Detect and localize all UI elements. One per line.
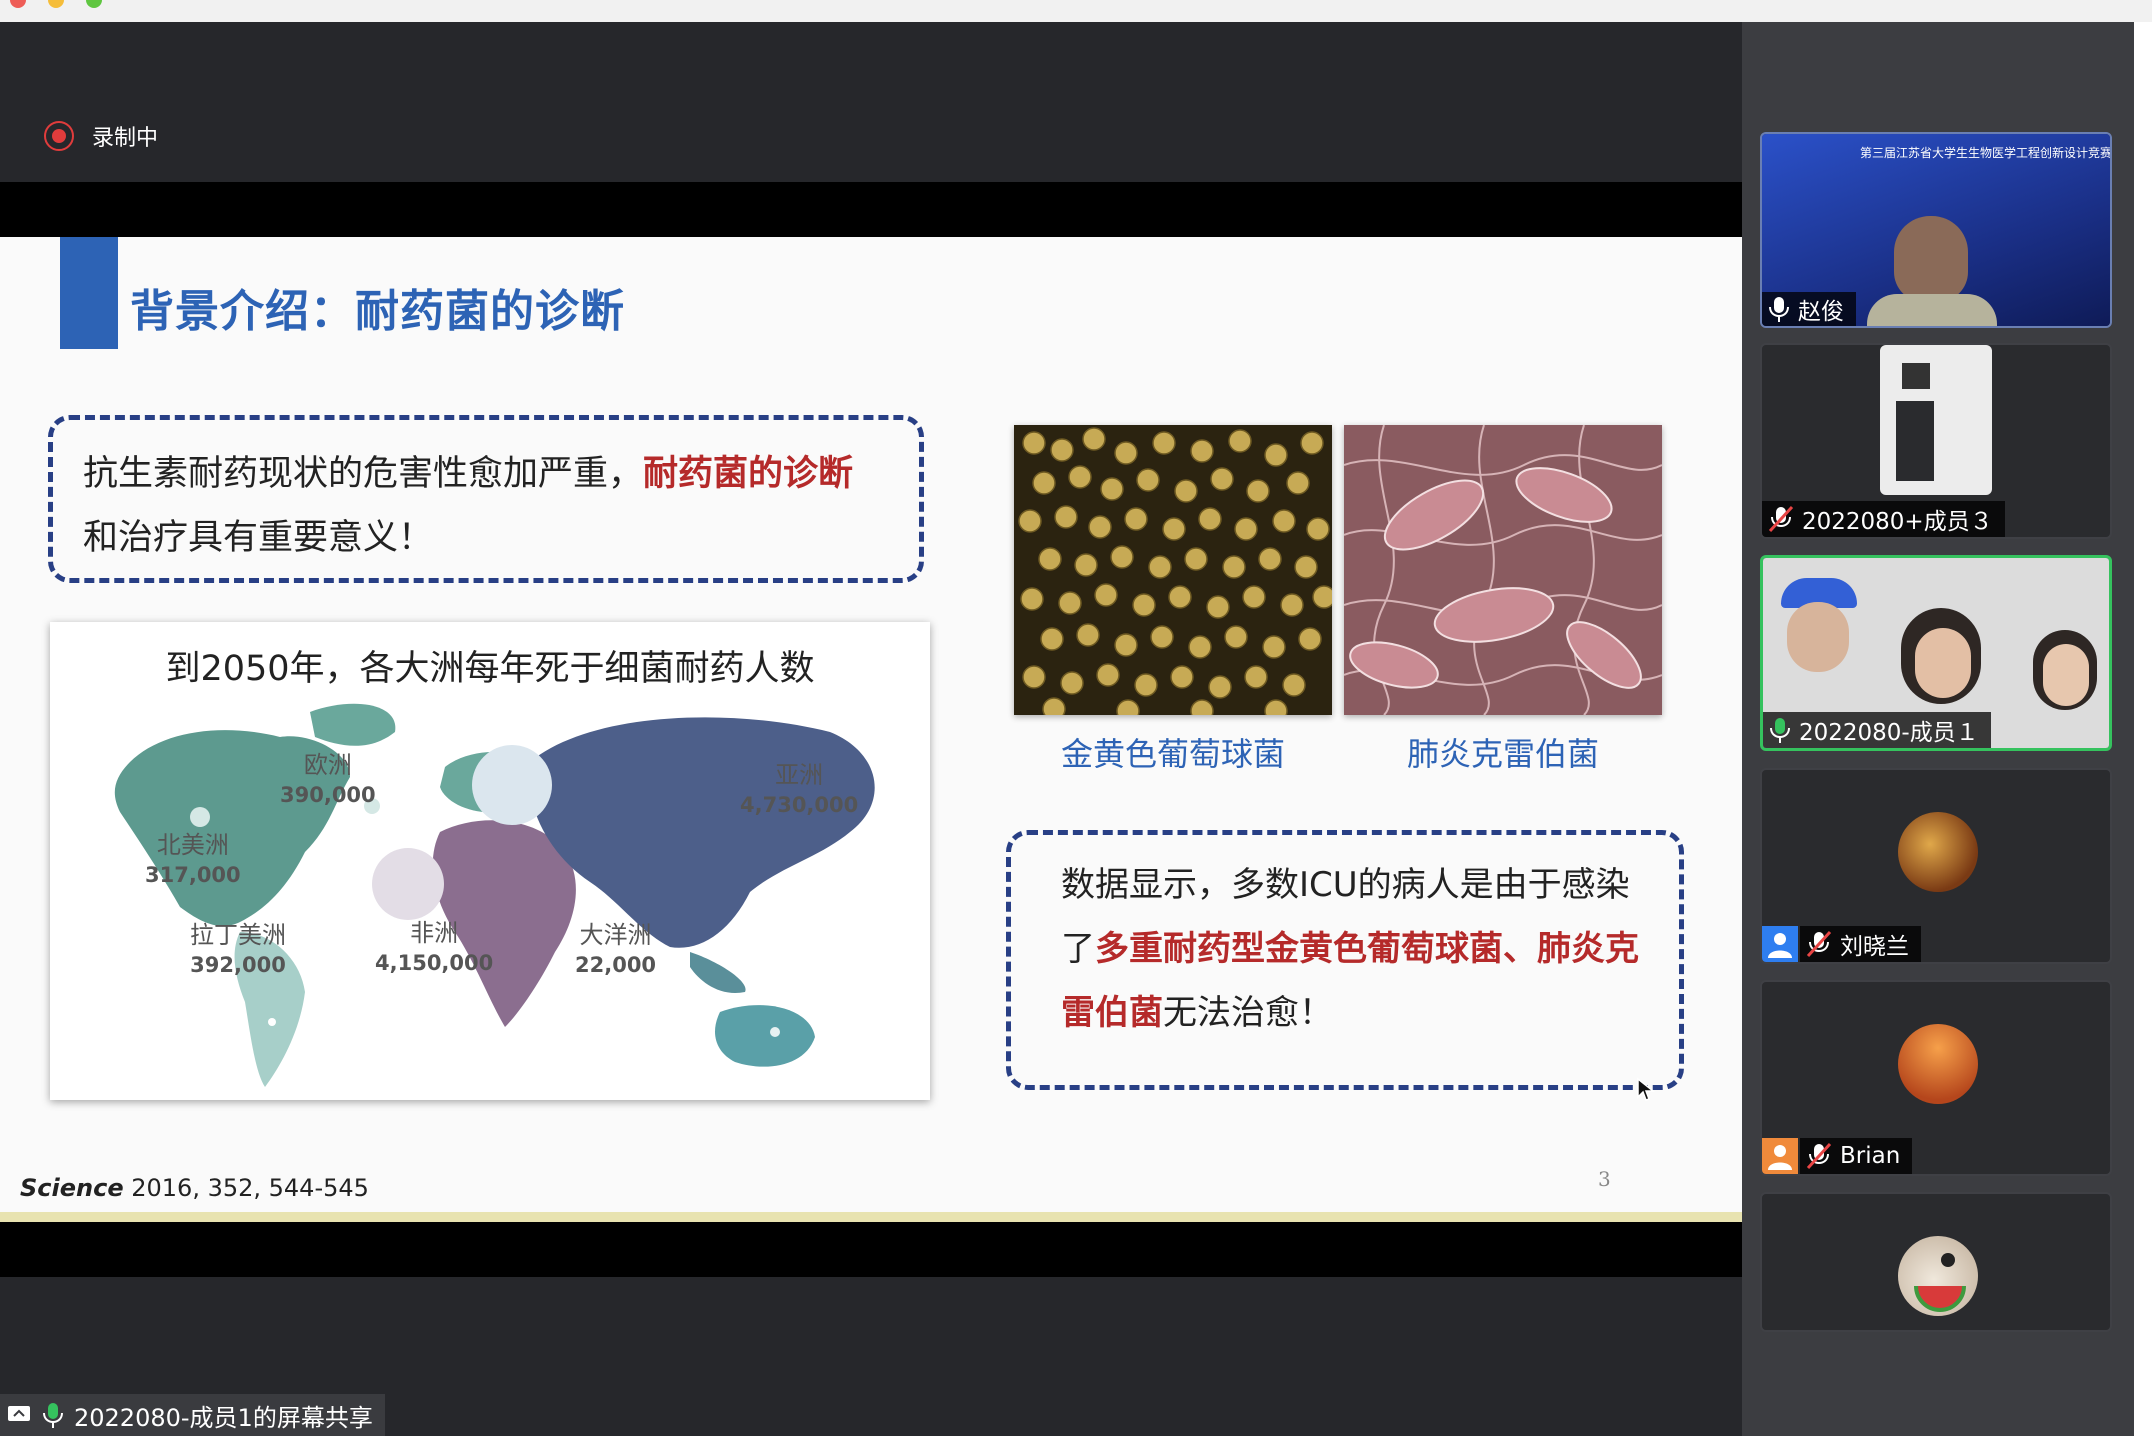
mic-muted-icon — [1806, 930, 1832, 958]
screen-share-indicator[interactable]: 2022080-成员1的屏幕共享 — [0, 1394, 385, 1436]
icu-callout-box: 数据显示，多数ICU的病人是由于感染了多重耐药型金黄色葡萄球菌、肺炎克雷伯菌无法… — [1006, 830, 1684, 1090]
mic-on-icon — [1769, 297, 1789, 322]
recording-label: 录制中 — [92, 126, 159, 151]
region-label-africa: 非洲 4,150,000 — [375, 919, 494, 975]
participant-nametag-2: 2022080+成员３ — [1762, 501, 2005, 537]
intro-text-b: 和治疗具有重要意义！ — [83, 518, 434, 558]
participant-avatar — [1898, 1024, 1978, 1104]
mic-muted-icon — [1806, 1142, 1832, 1170]
world-map-figure: 到2050年，各大洲每年死于细菌耐药人数 欧洲 390,000 亚洲 4,730,0… — [50, 622, 930, 1100]
mouse-cursor-icon — [1637, 1077, 1656, 1101]
intro-callout-box: 抗生素耐药现状的危害性愈加严重，耐药菌的诊断和治疗具有重要意义！ — [48, 415, 924, 583]
window-title-bar — [0, 0, 2152, 23]
region-label-north-america: 北美洲 317,000 — [145, 831, 241, 887]
map-title: 到2050年，各大洲每年死于细菌耐药人数 — [165, 649, 815, 689]
participant-name: 2022080-成员１ — [1799, 720, 1979, 746]
staph-aureus-photo — [1014, 425, 1332, 715]
participant-name: Brian — [1840, 1143, 1901, 1169]
participant-badge — [1762, 1138, 1798, 1174]
participant-tile-3[interactable]: 2022080-成员１ — [1760, 555, 2112, 751]
klebsiella-photo — [1344, 425, 1662, 715]
participant-tile-5[interactable]: Brian — [1760, 980, 2112, 1176]
participant-nametag-1: 赵俊 — [1762, 292, 1856, 326]
icu-callout-text: 数据显示，多数ICU的病人是由于感染了多重耐药型金黄色葡萄球菌、肺炎克雷伯菌无法… — [1061, 853, 1661, 1045]
minimize-window-button[interactable] — [48, 0, 64, 8]
icu-text-highlight: 多重耐药型金黄色葡萄球菌、肺炎克雷伯菌 — [1061, 929, 1639, 1033]
participant-tile-2[interactable]: 2022080+成员３ — [1760, 343, 2112, 539]
close-window-button[interactable] — [10, 0, 26, 8]
title-accent-bar — [60, 237, 118, 349]
region-label-latin-america: 拉丁美洲 392,000 — [190, 921, 286, 977]
citation-ref: 2016, 352, 544-545 — [123, 1174, 369, 1202]
region-label-asia: 亚洲 4,730,000 — [740, 761, 859, 817]
intro-text-a: 抗生素耐药现状的危害性愈加严重， — [83, 454, 644, 494]
participant-tile-6[interactable] — [1760, 1192, 2112, 1332]
letterbox-top — [0, 182, 1742, 237]
screen-share-icon — [8, 1406, 30, 1421]
staph-caption: 金黄色葡萄球菌 — [1060, 735, 1285, 773]
mic-muted-icon — [1768, 505, 1794, 533]
slide-footer-line — [0, 1212, 1742, 1222]
participant-avatar — [1898, 812, 1978, 892]
participant-avatar — [1898, 1236, 1978, 1316]
participant-tile-1[interactable]: 第三届江苏省大学生生物医学工程创新设计竞赛 赵俊 — [1760, 132, 2112, 328]
icu-text-b: 无法治愈！ — [1163, 993, 1333, 1033]
participant-badge — [1762, 926, 1798, 962]
slide-page-number: 3 — [1598, 1167, 1611, 1191]
region-label-oceania: 大洋洲 22,000 — [575, 921, 657, 977]
recording-indicator[interactable]: 录制中 — [44, 120, 158, 152]
record-icon — [44, 121, 74, 151]
participant-nametag-4: 刘晓兰 — [1800, 926, 1921, 962]
mic-on-icon — [43, 1403, 63, 1428]
intro-text-highlight: 耐药菌的诊断 — [643, 454, 854, 494]
region-label-europe: 欧洲 390,000 — [280, 751, 376, 807]
intro-callout-text: 抗生素耐药现状的危害性愈加严重，耐药菌的诊断和治疗具有重要意义！ — [83, 442, 913, 570]
slide-title: 背景介绍：耐药菌的诊断 — [130, 286, 625, 337]
participant-name: 2022080+成员３ — [1802, 509, 1993, 535]
mic-on-icon — [1770, 718, 1790, 743]
user-icon — [1768, 1145, 1792, 1170]
screen-share-label: 2022080-成员1的屏幕共享 — [74, 1403, 373, 1432]
letterbox-bottom — [0, 1222, 1742, 1277]
maximize-window-button[interactable] — [86, 0, 102, 8]
world-map-graphic — [114, 703, 875, 1087]
participant-tile-4[interactable]: 刘晓兰 — [1760, 768, 2112, 964]
participant-name: 刘晓兰 — [1840, 934, 1909, 960]
citation-journal: Science — [20, 1174, 124, 1202]
presentation-slide: 背景介绍：耐药菌的诊断 抗生素耐药现状的危害性愈加严重，耐药菌的诊断和治疗具有重… — [0, 237, 1742, 1212]
participant-nametag-5: Brian — [1800, 1138, 1913, 1174]
participant-nametag-3: 2022080-成员１ — [1763, 712, 1991, 748]
user-icon — [1768, 933, 1792, 958]
tile-1-banner: 第三届江苏省大学生生物医学工程创新设计竞赛 — [1859, 146, 2112, 160]
participant-name: 赵俊 — [1798, 299, 1844, 325]
window-edge — [2134, 22, 2152, 1436]
klebsiella-caption: 肺炎克雷伯菌 — [1406, 735, 1599, 773]
citation: Science 2016, 352, 544-545 — [20, 1174, 369, 1202]
